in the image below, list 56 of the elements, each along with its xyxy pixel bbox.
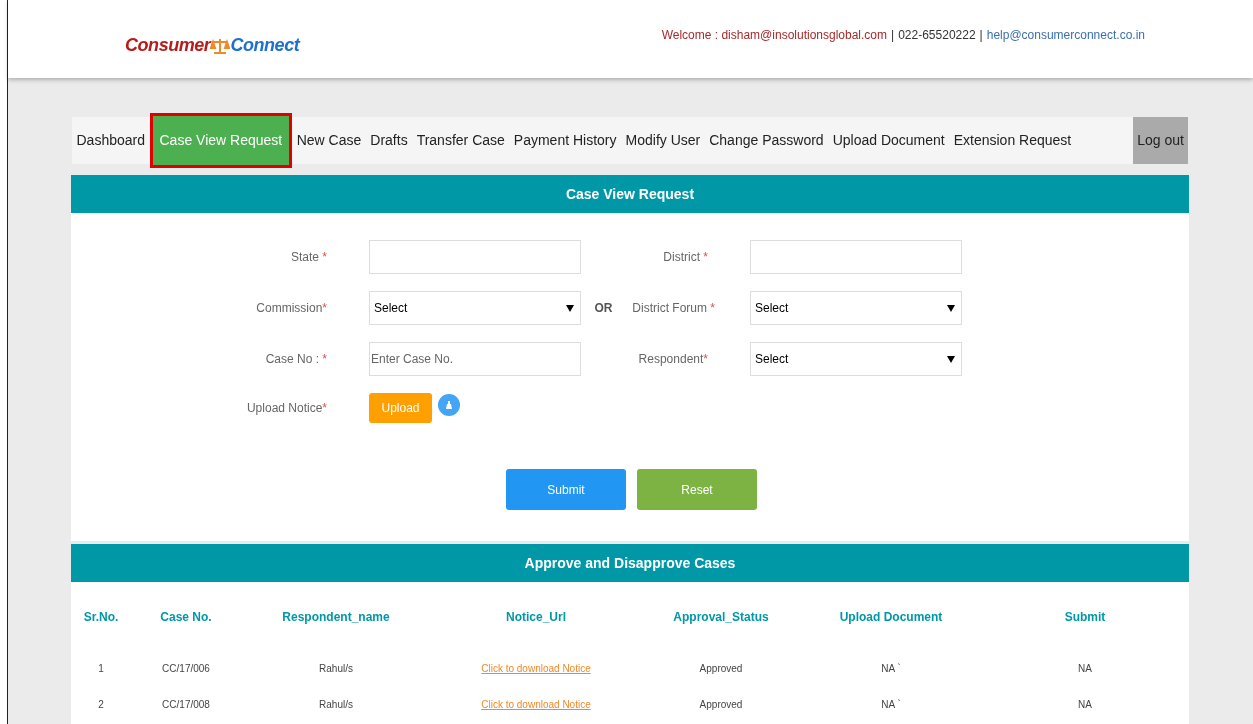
nav-tab[interactable]: Drafts <box>365 117 413 164</box>
panel-header: Approve and Disapprove Cases <box>71 544 1189 582</box>
caret-icon <box>947 355 955 363</box>
table-cell-text: Rahul/s <box>319 698 353 712</box>
case-number-field[interactable]: Enter Case No. <box>369 342 581 376</box>
field-label: District * <box>663 249 708 266</box>
column-header: Upload Document <box>839 609 943 626</box>
column-header: Case No. <box>160 609 212 626</box>
nav-tab[interactable]: Change Password <box>704 117 829 164</box>
welcome-text: Welcome : disham@insolutionsglobal.com <box>661 27 888 44</box>
nav-tab[interactable]: Modify User <box>621 117 705 164</box>
table-cell-text: CC/17/008 <box>162 698 210 712</box>
field-label: Upload Notice* <box>246 400 327 417</box>
column-header: Submit <box>1064 609 1106 626</box>
separator: | <box>979 27 983 44</box>
nav-tab[interactable]: New Case <box>292 117 366 164</box>
field-label: District Forum * <box>632 300 715 317</box>
column-header: Approval_Status <box>673 609 769 626</box>
select-field[interactable]: Select <box>750 291 962 325</box>
nav-tab[interactable]: Payment History <box>509 117 622 164</box>
info-icon <box>438 394 460 416</box>
table-cell-text: Approved <box>699 698 743 712</box>
separator: | <box>891 27 895 44</box>
phone-text: 022-65520222 <box>898 27 976 44</box>
table-cell-text: NA ` <box>881 698 901 712</box>
table-cell-text: 1 <box>98 662 104 676</box>
nav-tab[interactable]: Upload Document <box>828 117 950 164</box>
caret-icon <box>947 304 955 312</box>
or-text: OR <box>594 300 613 317</box>
email-link[interactable]: help@consumerconnect.co.in <box>986 26 1145 44</box>
logo[interactable]: Consumer Connect <box>125 32 300 59</box>
table-cell-text: NA ` <box>881 662 901 676</box>
column-header: Sr.No. <box>83 609 119 626</box>
table-cell-text: Rahul/s <box>319 662 353 676</box>
state-field[interactable] <box>369 240 581 274</box>
column-header: Respondent_name <box>282 609 390 626</box>
nav-tab[interactable]: Dashboard <box>72 117 150 164</box>
nav-tab[interactable]: Transfer Case <box>412 117 510 164</box>
panel-header: Case View Request <box>71 175 1189 213</box>
caret-icon <box>566 304 574 312</box>
table-cell-text: 2 <box>98 698 104 712</box>
table-cell-text: CC/17/006 <box>162 662 210 676</box>
logout-button[interactable]: Log out <box>1133 117 1188 164</box>
field-label: Respondent* <box>638 351 708 368</box>
select-field[interactable]: Select <box>369 291 581 325</box>
select-field[interactable]: Select <box>750 342 962 376</box>
table-cell-text: Approved <box>699 662 743 676</box>
field-label: State * <box>290 249 327 266</box>
nav-tab[interactable]: Extension Request <box>949 117 1076 164</box>
scales-icon <box>210 38 231 56</box>
field-label: Commission* <box>256 300 327 317</box>
column-header: Notice_Url <box>506 609 566 626</box>
table-cell-text: NA <box>1078 662 1092 676</box>
field-label: Case No : * <box>265 351 327 368</box>
district-field[interactable] <box>750 240 962 274</box>
table-cell-text: NA <box>1078 698 1092 712</box>
